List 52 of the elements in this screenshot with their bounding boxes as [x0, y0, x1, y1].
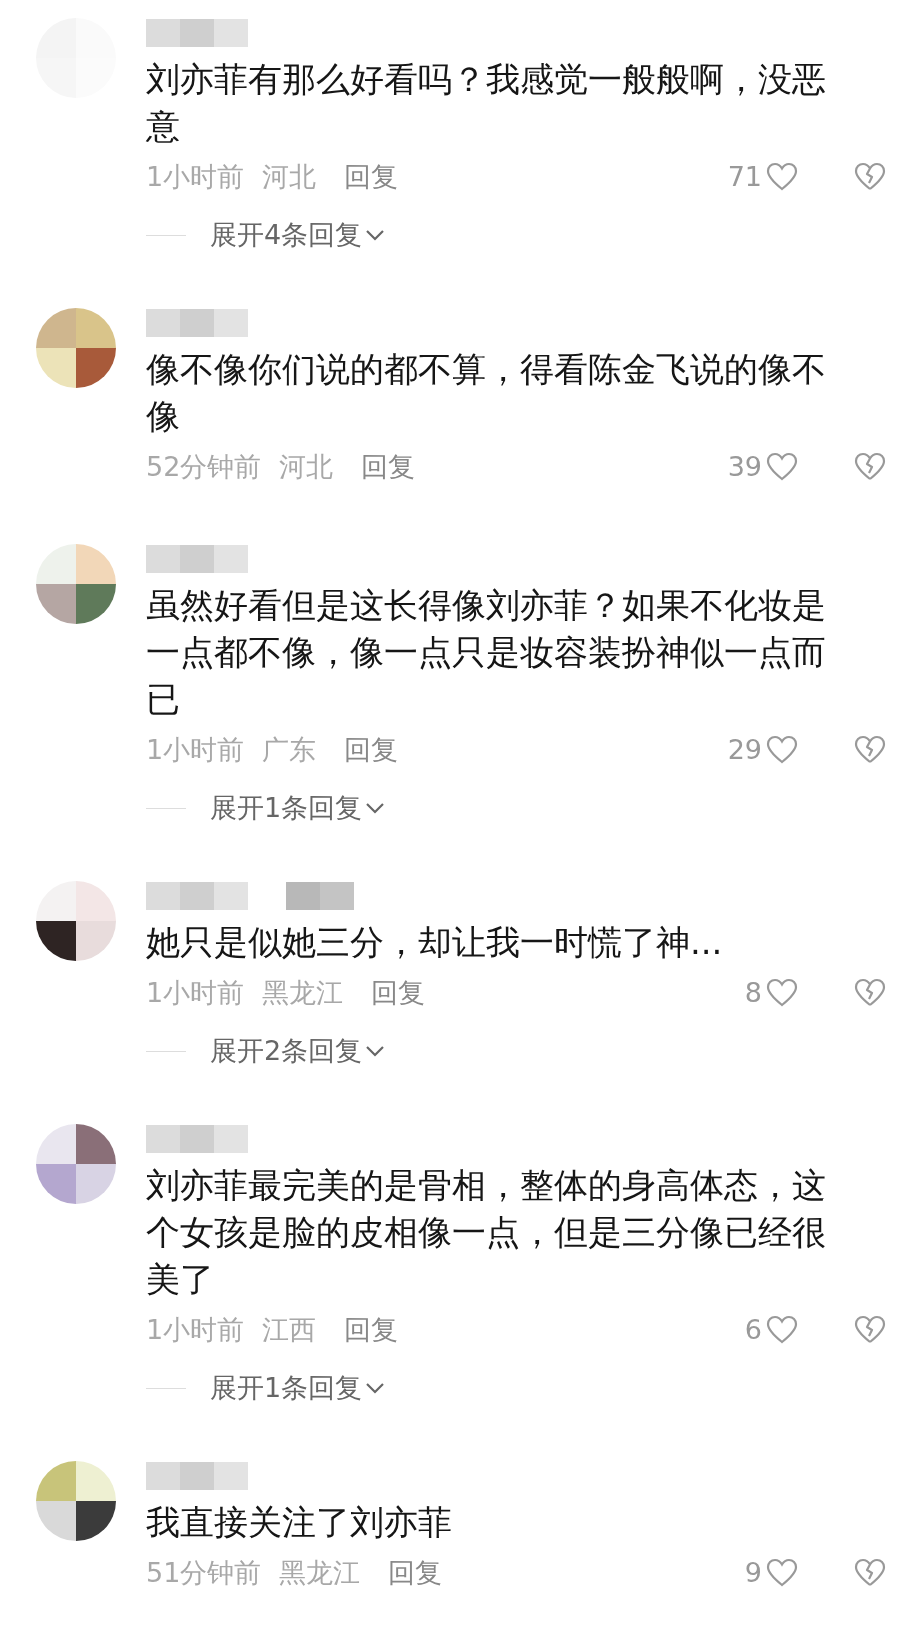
comment-text: 刘亦菲有那么好看吗？我感觉一般般啊，没恶意 [146, 58, 827, 148]
broken-heart-icon[interactable] [854, 162, 886, 192]
broken-heart-icon[interactable] [854, 978, 886, 1008]
like-count: 6 [744, 1312, 762, 1347]
heart-icon[interactable] [766, 1558, 798, 1588]
expand-replies-button[interactable]: 展开2条回复 [210, 1030, 387, 1072]
reply-link[interactable]: 回复 [371, 972, 426, 1014]
expand-replies-button[interactable]: 展开1条回复 [210, 787, 387, 829]
broken-heart-icon[interactable] [854, 735, 886, 765]
heart-icon[interactable] [766, 978, 798, 1008]
comment-time: 1小时前 [146, 1312, 245, 1347]
comment-region: 黑龙江 [262, 975, 344, 1010]
comment-text: 虽然好看但是这长得像刘亦菲？如果不化妆是一点都不像，像一点只是妆容装扮神似一点而已 [146, 584, 827, 721]
chevron-down-icon [364, 801, 387, 815]
reply-link[interactable]: 回复 [344, 1309, 399, 1351]
like-count: 39 [727, 449, 762, 484]
comment-time: 1小时前 [146, 975, 245, 1010]
expand-replies-button[interactable]: 展开4条回复 [210, 214, 387, 256]
comment-region: 河北 [262, 159, 317, 194]
comment-text: 刘亦菲最完美的是骨相，整体的身高体态，这个女孩是脸的皮相像一点，但是三分像已经很美了 [146, 1164, 827, 1301]
comment-region: 河北 [279, 449, 334, 484]
comment-region: 江西 [262, 1312, 317, 1347]
comment-text: 我直接关注了刘亦菲 [146, 1501, 453, 1544]
like-count: 29 [727, 732, 762, 767]
reply-link[interactable]: 回复 [344, 729, 399, 771]
comment-time: 52分钟前 [146, 449, 262, 484]
comment-region: 广东 [262, 732, 317, 767]
comment-time: 1小时前 [146, 732, 245, 767]
expand-replies-button[interactable]: 展开1条回复 [210, 1367, 387, 1409]
heart-icon[interactable] [766, 1315, 798, 1345]
avatar[interactable] [36, 881, 116, 961]
comment-region: 黑龙江 [279, 1555, 361, 1590]
like-count: 9 [744, 1555, 762, 1590]
chevron-down-icon [364, 1044, 387, 1058]
broken-heart-icon[interactable] [854, 1315, 886, 1345]
heart-icon[interactable] [766, 735, 798, 765]
avatar[interactable] [36, 1461, 116, 1541]
chevron-down-icon [364, 1381, 387, 1395]
like-count: 8 [744, 975, 762, 1010]
comment-text: 像不像你们说的都不算，得看陈金飞说的像不像 [146, 348, 827, 438]
heart-icon[interactable] [766, 452, 798, 482]
chevron-down-icon [364, 228, 387, 242]
comment-text: 她只是似她三分，却让我一时慌了神... [146, 921, 724, 964]
reply-link[interactable]: 回复 [344, 156, 399, 198]
reply-link[interactable]: 回复 [388, 1552, 443, 1594]
comment-time: 51分钟前 [146, 1555, 262, 1590]
comment-time: 1小时前 [146, 159, 245, 194]
broken-heart-icon[interactable] [854, 1558, 886, 1588]
like-count: 71 [727, 159, 762, 194]
heart-icon[interactable] [766, 162, 798, 192]
broken-heart-icon[interactable] [854, 452, 886, 482]
reply-link[interactable]: 回复 [361, 446, 416, 488]
